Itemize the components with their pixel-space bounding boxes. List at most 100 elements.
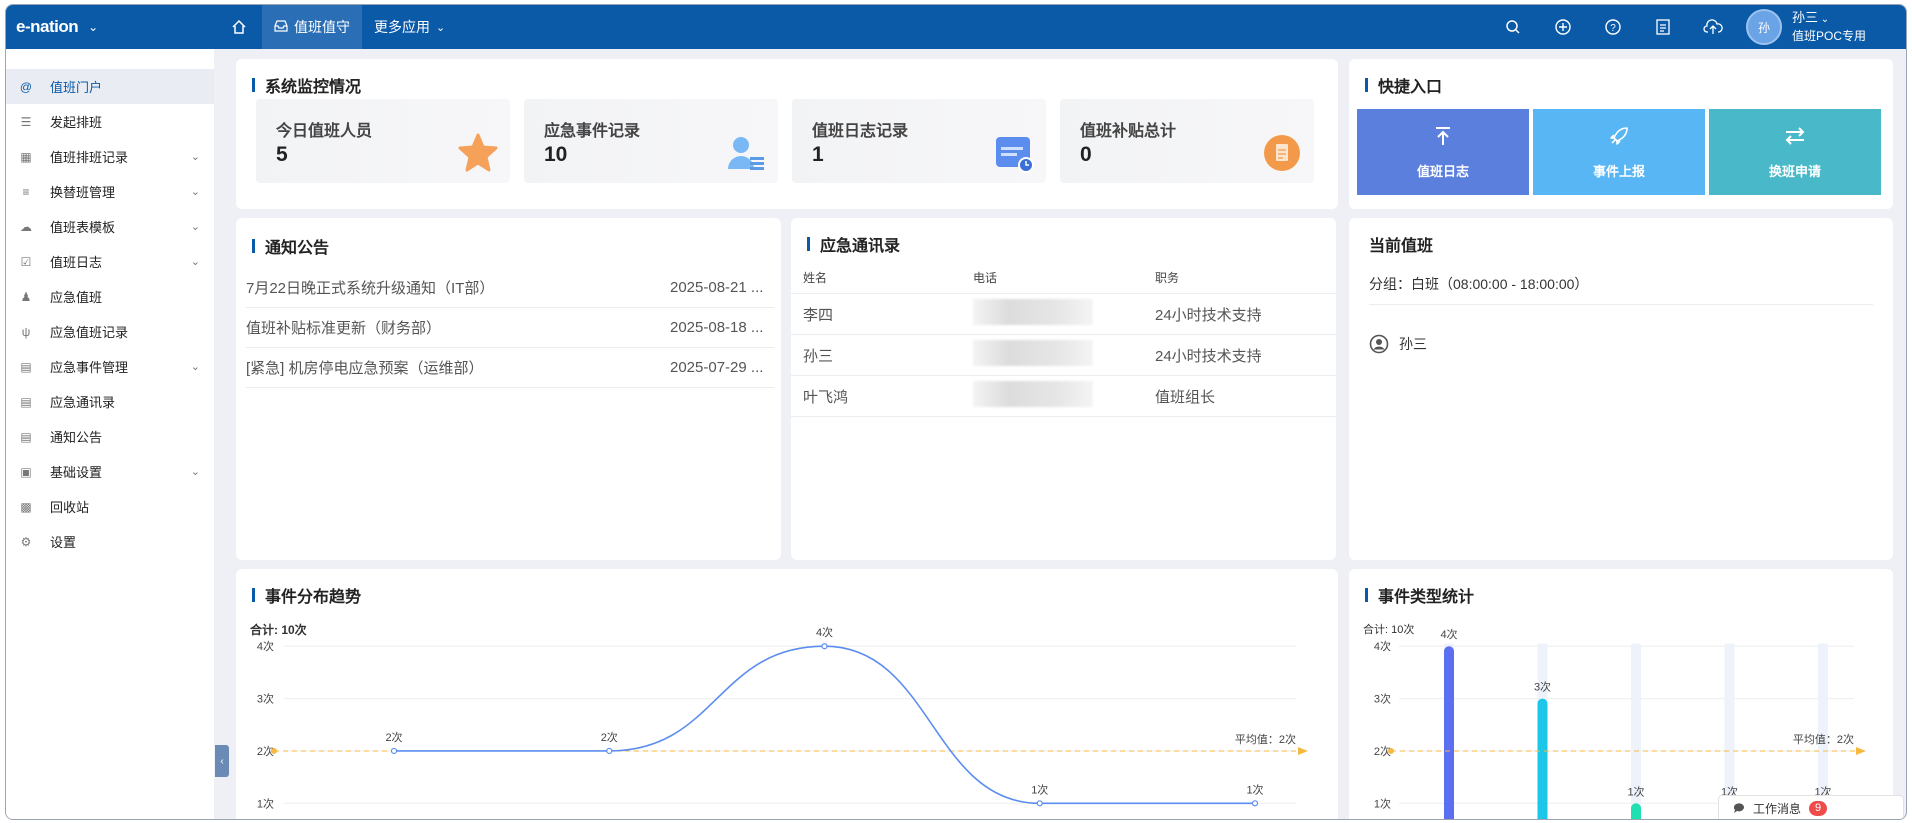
sidebar-item-label: 基础设置 bbox=[50, 465, 103, 480]
table-row[interactable]: 李四 24小时技术支持 bbox=[791, 294, 1336, 335]
sidebar-item-label: 值班排班记录 bbox=[50, 150, 129, 165]
notes-icon[interactable] bbox=[1638, 5, 1688, 49]
quick-label: 事件上报 bbox=[1592, 163, 1645, 179]
stat-value: 10 bbox=[544, 143, 568, 166]
sidebar-item-label: 值班门户 bbox=[50, 80, 103, 95]
work-message-bar[interactable]: 工作消息 9 bbox=[1718, 795, 1904, 819]
svg-text:?: ? bbox=[1610, 23, 1616, 34]
y-tick-label: 1次 bbox=[257, 796, 274, 810]
add-circle-icon[interactable] bbox=[1538, 5, 1588, 49]
quick-duty-log-button[interactable]: 值班日志 bbox=[1357, 109, 1529, 195]
doc-icon: ▤ bbox=[20, 394, 32, 409]
bar bbox=[1444, 646, 1454, 819]
trend-line-chart: 1次2次3次4次平均值：2次2次 2次4次1次 1次 bbox=[257, 625, 1308, 810]
contacts-table: 姓名 电话 职务 李四 24小时技术支持 孙三 24小时技术支持 叶飞鸿 值班组… bbox=[791, 262, 1336, 417]
average-start-dot bbox=[271, 747, 277, 754]
redacted-phone bbox=[973, 299, 1093, 325]
stat-duty-logs[interactable]: 值班日志记录 1 bbox=[792, 99, 1046, 183]
sidebar-item[interactable]: ▦ 值班排班记录 ⌄ bbox=[6, 139, 214, 174]
cloud-upload-icon[interactable] bbox=[1688, 5, 1738, 49]
sidebar-item[interactable]: ⚙ 设置 bbox=[6, 524, 214, 559]
divider bbox=[1369, 304, 1873, 305]
at-icon: @ bbox=[19, 79, 33, 94]
notice-item[interactable]: 值班补贴标准更新（财务部） 2025-08-18 ... bbox=[246, 308, 774, 348]
contacts-card: 应急通讯录 姓名 电话 职务 李四 24小时技术支持 孙三 24小时技术支持 叶… bbox=[791, 218, 1336, 560]
sidebar-collapse-button[interactable]: ‹ bbox=[215, 745, 229, 777]
user-menu[interactable]: 孙 孙三 ⌄ 值班POC专用 bbox=[1738, 9, 1906, 45]
sidebar-item[interactable]: ▣ 基础设置 ⌄ bbox=[6, 454, 214, 489]
sidebar-item[interactable]: ☑ 值班日志 ⌄ bbox=[6, 244, 214, 279]
sidebar-item[interactable]: ▤ 通知公告 bbox=[6, 419, 214, 454]
home-icon[interactable] bbox=[216, 5, 262, 49]
sidebar-item[interactable]: ▤ 应急事件管理 ⌄ bbox=[6, 349, 214, 384]
current-duty-title: 当前值班 bbox=[1369, 238, 1434, 255]
bar bbox=[1537, 698, 1548, 819]
redacted-phone bbox=[973, 340, 1093, 366]
search-icon[interactable] bbox=[1488, 5, 1538, 49]
sidebar-item-label: 应急值班记录 bbox=[50, 325, 129, 340]
sidebar-item-label: 回收站 bbox=[50, 500, 90, 515]
duty-person-name: 孙三 bbox=[1399, 336, 1427, 352]
list-icon: ≡ bbox=[22, 184, 30, 199]
type-bar-chart: 1次2次3次4次4次3次1次 1次 1次平均值：2次 bbox=[1374, 627, 1866, 819]
monitor-title: 系统监控情况 bbox=[252, 73, 361, 97]
event-type-card: 事件类型统计 合计: 10次 1次 2次 3次 4次 4次 3次 1次 1次 1次 平均值：2次 bbox=[1349, 569, 1893, 819]
inbox-icon bbox=[274, 19, 288, 35]
table-icon: ▦ bbox=[20, 149, 32, 164]
sidebar-item-label: 应急值班 bbox=[50, 290, 103, 305]
top-bar: e-nation ⌄ 值班值守 更多应用 ⌄ ? 孙 孙三 ⌄ 值班POC专用 bbox=[6, 5, 1906, 49]
rocket-icon bbox=[1608, 125, 1630, 153]
notice-date: 2025-07-29 ... bbox=[670, 359, 764, 376]
sidebar-item[interactable]: ♟ 应急值班 bbox=[6, 279, 214, 314]
sidebar-item[interactable]: ψ 应急值班记录 bbox=[6, 314, 214, 349]
tab-duty[interactable]: 值班值守 bbox=[262, 5, 362, 49]
unread-count-badge: 9 bbox=[1809, 800, 1828, 816]
table-row[interactable]: 孙三 24小时技术支持 bbox=[791, 335, 1336, 376]
chevron-down-icon: ⌄ bbox=[190, 256, 200, 268]
sidebar-item-label: 值班表模板 bbox=[50, 220, 116, 235]
column-header: 姓名 bbox=[803, 271, 828, 285]
stat-today-staff[interactable]: 今日值班人员 5 bbox=[256, 99, 510, 183]
upload-arrow-icon bbox=[1432, 125, 1454, 153]
quick-event-report-button[interactable]: 事件上报 bbox=[1533, 109, 1705, 195]
stat-subsidy-total[interactable]: 值班补贴总计 0 bbox=[1060, 99, 1314, 183]
quick-shift-swap-button[interactable]: 换班申请 bbox=[1709, 109, 1881, 195]
logo-text: e-nation bbox=[16, 17, 79, 36]
bar-label: 3次 bbox=[1534, 680, 1551, 694]
sidebar-item[interactable]: ▩ 回收站 bbox=[6, 489, 214, 524]
more-apps-menu[interactable]: 更多应用 ⌄ bbox=[362, 17, 457, 37]
sidebar-item[interactable]: ≡ 换替班管理 ⌄ bbox=[6, 174, 214, 209]
notice-item[interactable]: [紧急] 机房停电应急预案（运维部） 2025-07-29 ... bbox=[246, 348, 774, 388]
table-row[interactable]: 叶飞鸿 值班组长 bbox=[791, 376, 1336, 417]
sidebar-item[interactable]: ☰ 发起排班 bbox=[6, 104, 214, 139]
notice-text: [紧急] 机房停电应急预案（运维部） bbox=[246, 360, 484, 377]
sidebar-item[interactable]: ▤ 应急通讯录 bbox=[6, 384, 214, 419]
chevron-down-icon: ⌄ bbox=[190, 151, 200, 163]
data-label: 2次 bbox=[385, 730, 402, 744]
user-list-icon bbox=[728, 137, 764, 170]
notice-card: 通知公告 7月22日晚正式系统升级通知（IT部） 2025-08-21 ... … bbox=[236, 218, 781, 560]
gear-icon: ⚙ bbox=[20, 534, 32, 549]
notice-item[interactable]: 7月22日晚正式系统升级通知（IT部） 2025-08-21 ... bbox=[246, 268, 774, 308]
column-header: 职务 bbox=[1155, 271, 1180, 285]
work-message-label: 工作消息 bbox=[1753, 801, 1802, 816]
sidebar-item-label: 发起排班 bbox=[50, 115, 103, 130]
chevron-down-icon: ⌄ bbox=[190, 186, 200, 198]
sidebar-item[interactable]: ☁ 值班表模板 ⌄ bbox=[6, 209, 214, 244]
chevron-down-icon: ⌄ bbox=[1818, 14, 1830, 25]
y-tick-label: 1次 bbox=[1374, 796, 1391, 810]
duty-person[interactable]: 孙三 bbox=[1369, 334, 1427, 354]
notice-text: 值班补贴标准更新（财务部） bbox=[246, 320, 442, 337]
calendar-log-icon bbox=[996, 137, 1034, 173]
sidebar-item[interactable]: @ 值班门户 bbox=[6, 69, 214, 104]
chevron-down-icon: ⌄ bbox=[88, 20, 98, 34]
sidebar-item-label: 换替班管理 bbox=[50, 185, 116, 200]
y-tick-label: 4次 bbox=[1374, 639, 1391, 653]
stat-emergency-events[interactable]: 应急事件记录 10 bbox=[524, 99, 778, 183]
app-logo[interactable]: e-nation ⌄ bbox=[6, 17, 216, 37]
table-header: 姓名 电话 职务 bbox=[791, 262, 1336, 294]
help-icon[interactable]: ? bbox=[1588, 5, 1638, 49]
average-start-dot bbox=[1388, 747, 1394, 754]
star-icon bbox=[458, 133, 498, 172]
stat-label: 应急事件记录 bbox=[544, 123, 641, 140]
